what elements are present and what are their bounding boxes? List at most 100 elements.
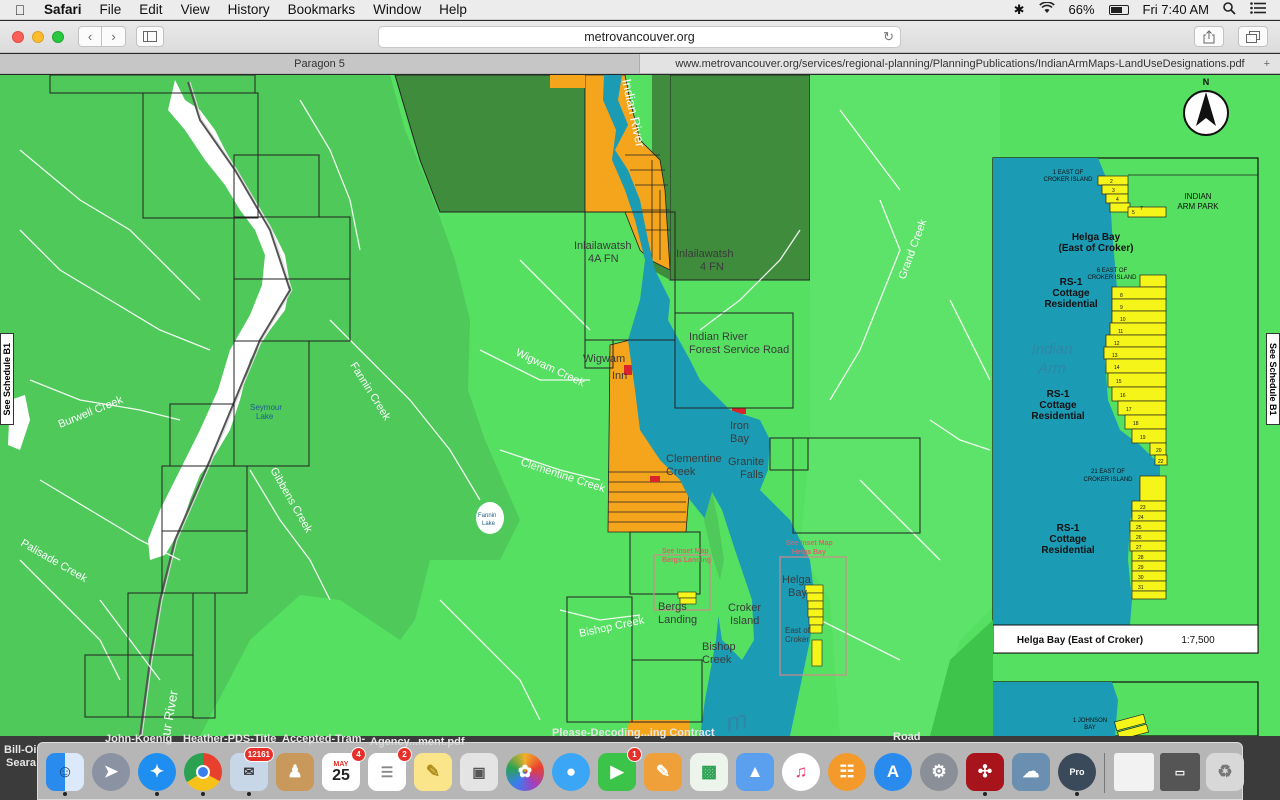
notification-center-icon[interactable] bbox=[1250, 2, 1266, 17]
running-indicator-dot bbox=[63, 792, 67, 796]
see-schedule-left-label: See Schedule B1 bbox=[2, 342, 12, 416]
lot-number-label: 7 bbox=[1140, 206, 1143, 212]
running-indicator-dot bbox=[983, 792, 987, 796]
app-store-icon[interactable]: A bbox=[874, 753, 912, 791]
battery-percent: 66% bbox=[1068, 2, 1095, 17]
dock: ☺ ➤ ✦ ✉ 12161 ♟ MAY 25 4 ☰ 2 ✎ ▣ ✿ ● ▶ 1 ✎ … bbox=[37, 742, 1244, 800]
chrome-icon[interactable] bbox=[184, 753, 222, 791]
bishop-creek-place-line2: Creek bbox=[702, 654, 732, 666]
wigwam-inn-line1: Wigwam bbox=[583, 353, 625, 365]
fannin-lake-text1: Fannin bbox=[478, 513, 496, 519]
apple-menu-icon[interactable]:  bbox=[0, 2, 40, 18]
numbers-icon[interactable]: ▩ bbox=[690, 753, 728, 791]
window-controls bbox=[12, 30, 64, 43]
acrobat-icon[interactable]: ✣ bbox=[966, 753, 1004, 791]
close-window-button[interactable] bbox=[12, 30, 24, 43]
clock[interactable]: Fri 7:40 AM bbox=[1143, 2, 1209, 17]
preview-icon[interactable]: ▣ bbox=[460, 753, 498, 791]
minimize-window-button[interactable] bbox=[32, 30, 44, 43]
menu-bookmarks[interactable]: Bookmarks bbox=[279, 2, 365, 17]
pages-icon[interactable]: ✎ bbox=[644, 753, 682, 791]
lot-number-label: 28 bbox=[1138, 555, 1144, 561]
desktop-file-left-line2[interactable]: Seara bbox=[6, 757, 36, 769]
see-schedule-left-tab[interactable]: See Schedule B1 bbox=[0, 333, 14, 425]
google-earth-pro-icon[interactable]: Pro bbox=[1058, 753, 1096, 791]
screen-thumbnail-icon[interactable]: ▭ bbox=[1160, 753, 1200, 791]
ibooks-icon[interactable]: ☷ bbox=[828, 753, 866, 791]
image-capture-icon[interactable]: ☁ bbox=[1012, 753, 1050, 791]
facetime-badge: 1 bbox=[627, 747, 642, 762]
helga-bay-line1: Helga bbox=[782, 574, 812, 586]
tab-pdf[interactable]: www.metrovancouver.org/services/regional… bbox=[640, 54, 1280, 73]
launchpad-icon[interactable]: ➤ bbox=[92, 753, 130, 791]
photos-app-badge: 12161 bbox=[243, 747, 274, 762]
inset-1-east-line2: CROKER ISLAND bbox=[1043, 177, 1093, 183]
address-bar[interactable]: metrovancouver.org ↻ bbox=[378, 26, 901, 48]
notes-icon[interactable]: ✎ bbox=[414, 753, 452, 791]
reload-icon[interactable]: ↻ bbox=[883, 29, 894, 45]
trash-icon[interactable]: ♻ bbox=[1206, 753, 1244, 791]
croker-island-line1: Croker bbox=[728, 602, 761, 614]
photos-icon[interactable]: ✿ bbox=[506, 753, 544, 791]
tab-paragon[interactable]: Paragon 5 bbox=[0, 54, 640, 73]
menu-file[interactable]: File bbox=[91, 2, 131, 17]
inset-21-east-line2: CROKER ISLAND bbox=[1083, 477, 1133, 483]
inset-indian-arm-line2: Arm bbox=[1037, 360, 1066, 377]
lot-number-label: 27 bbox=[1136, 545, 1142, 551]
photos-app-icon[interactable]: ✉ 12161 bbox=[230, 747, 274, 791]
itunes-icon[interactable]: ♫ bbox=[782, 753, 820, 791]
see-schedule-right-tab[interactable]: See Schedule B1 bbox=[1266, 333, 1280, 425]
lot-number-label: 9 bbox=[1120, 305, 1123, 311]
back-button[interactable]: ‹ bbox=[78, 26, 102, 47]
spotlight-search-icon[interactable] bbox=[1223, 1, 1236, 18]
menu-help[interactable]: Help bbox=[430, 2, 476, 17]
document-thumbnail-icon[interactable] bbox=[1114, 753, 1154, 791]
fullscreen-window-button[interactable] bbox=[52, 30, 64, 43]
land-use-map: N Burwell Creek Fannin Creek Gibbens Cre… bbox=[0, 75, 1280, 736]
keynote-icon[interactable]: ▲ bbox=[736, 753, 774, 791]
calendar-badge: 4 bbox=[351, 747, 366, 762]
menu-view[interactable]: View bbox=[172, 2, 219, 17]
pdf-viewport[interactable]: N Burwell Creek Fannin Creek Gibbens Cre… bbox=[0, 75, 1280, 736]
messages-icon[interactable]: ● bbox=[552, 753, 590, 791]
toolbar-right bbox=[1194, 26, 1268, 47]
menu-app-name[interactable]: Safari bbox=[40, 2, 91, 17]
lot-number-label: 8 bbox=[1120, 293, 1123, 299]
inset-rs1-b-code: RS-1 bbox=[1047, 389, 1070, 400]
inset-ref-bergs-line2: Bergs Landing bbox=[662, 557, 711, 564]
battery-icon[interactable] bbox=[1108, 4, 1129, 15]
calendar-icon[interactable]: MAY 25 4 bbox=[322, 747, 366, 791]
tab-title: www.metrovancouver.org/services/regional… bbox=[675, 57, 1245, 70]
north-label: N bbox=[1203, 77, 1210, 87]
bluetooth-icon[interactable]: ✱ bbox=[1014, 2, 1025, 18]
seymour-lake-label-line2: Lake bbox=[256, 412, 274, 421]
menu-history[interactable]: History bbox=[219, 2, 279, 17]
menu-window[interactable]: Window bbox=[364, 2, 430, 17]
forward-button[interactable]: › bbox=[102, 26, 126, 47]
desktop-file-left-line1[interactable]: Bill-Oi bbox=[4, 744, 36, 756]
close-tab-icon[interactable]: + bbox=[1264, 58, 1270, 70]
safari-icon[interactable]: ✦ bbox=[138, 753, 176, 791]
system-preferences-icon[interactable]: ⚙ bbox=[920, 753, 958, 791]
menu-edit[interactable]: Edit bbox=[130, 2, 171, 17]
lot-number-label: 5 bbox=[1132, 210, 1135, 216]
chevron-right-icon: › bbox=[111, 29, 116, 44]
share-button[interactable] bbox=[1194, 26, 1224, 47]
bergs-landing-line2: Landing bbox=[658, 614, 697, 626]
inset-scale: 1:7,500 bbox=[1181, 635, 1215, 646]
contacts-icon[interactable]: ♟ bbox=[276, 753, 314, 791]
inset-rs1-a-line2: Cottage bbox=[1052, 288, 1090, 299]
show-all-tabs-button[interactable] bbox=[1238, 26, 1268, 47]
wifi-icon[interactable] bbox=[1038, 1, 1055, 17]
lot-number-label: 10 bbox=[1120, 317, 1126, 323]
inset-helga-line2: (East of Croker) bbox=[1058, 243, 1133, 254]
inlailawatsh-4a-line2: 4A FN bbox=[588, 253, 619, 265]
inset-21-east-line1: 21 EAST OF bbox=[1091, 469, 1125, 475]
desktop-file-5[interactable]: Please-Decoding...ing Contract bbox=[552, 727, 715, 739]
facetime-icon[interactable]: ▶ 1 bbox=[598, 747, 642, 791]
reminders-icon[interactable]: ☰ 2 bbox=[368, 747, 412, 791]
seymour-lake-label-line1: Seymour bbox=[250, 403, 282, 412]
finder-icon[interactable]: ☺ bbox=[46, 753, 84, 791]
sidebar-toggle-button[interactable] bbox=[136, 26, 164, 47]
granite-falls-line2: Falls bbox=[740, 469, 764, 481]
